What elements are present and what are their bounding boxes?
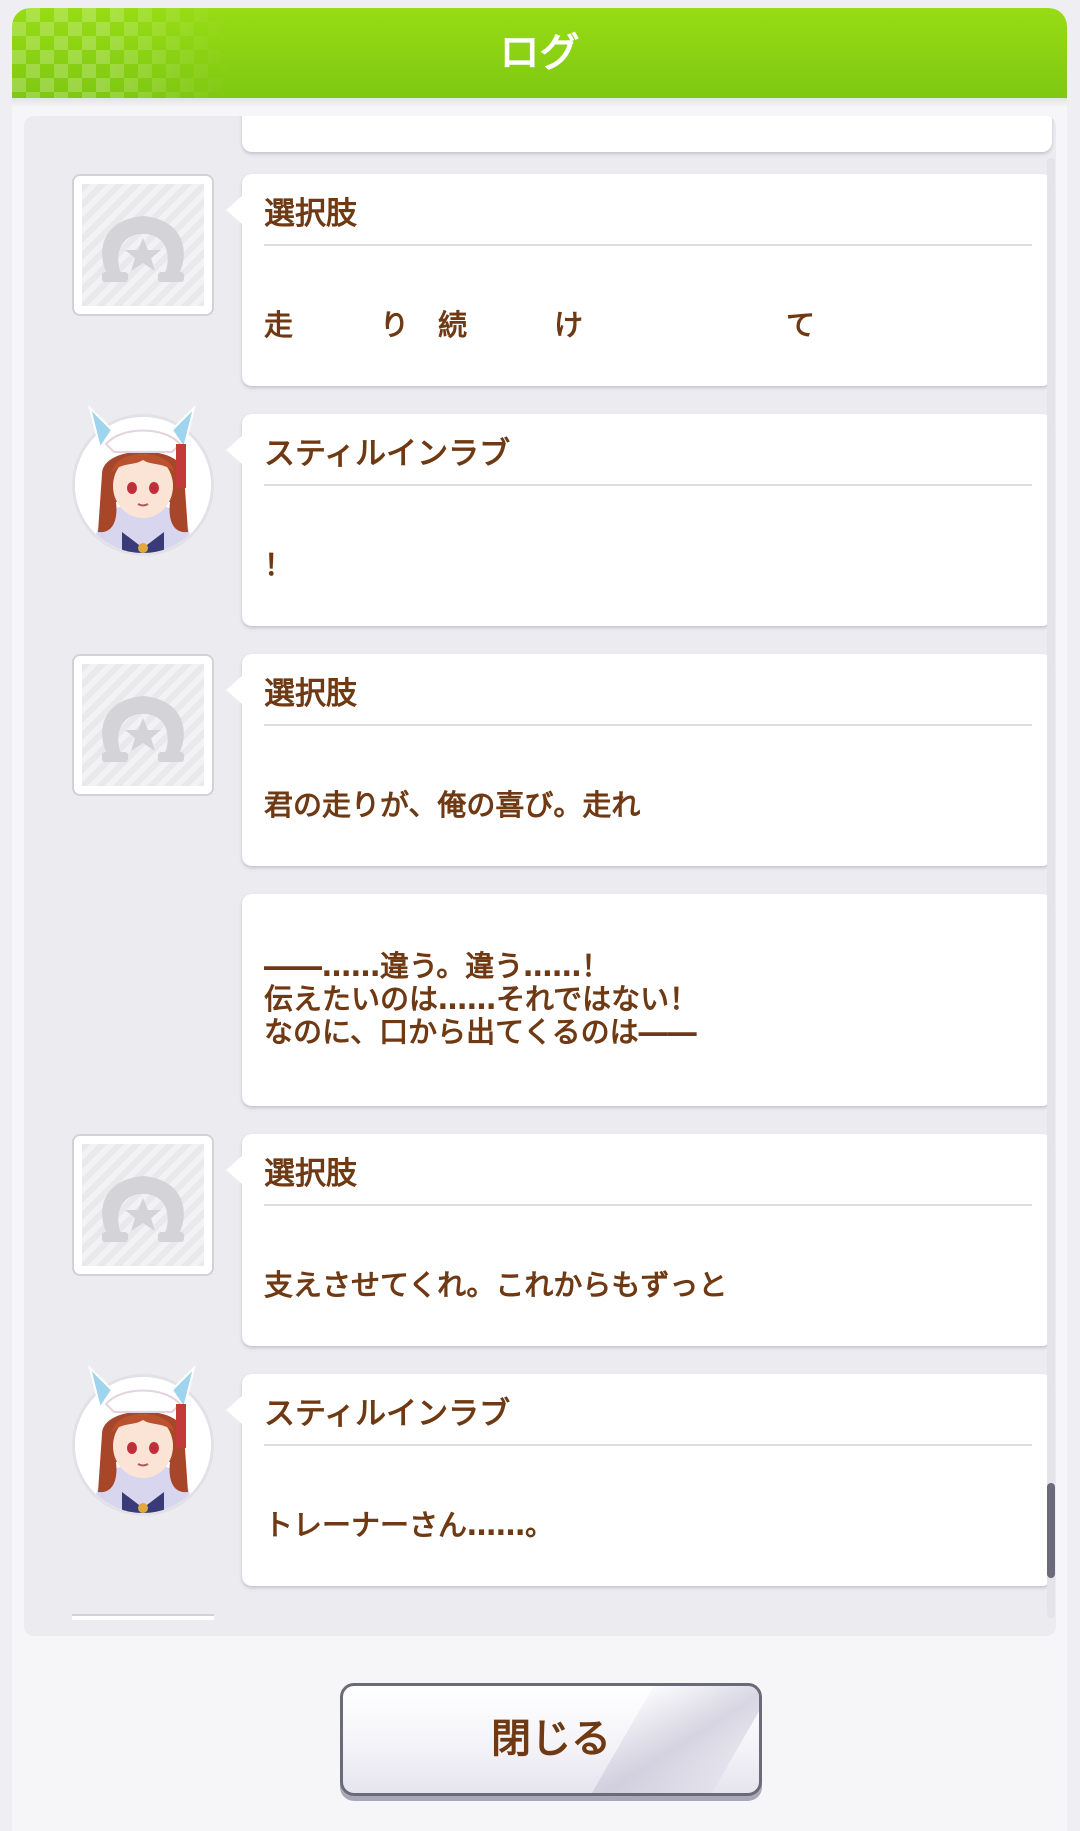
- header-shadow: [12, 98, 1067, 108]
- log-entry-narration: ――……違う。違う……！ 伝えたいのは……それではない！ なのに、口から出てくる…: [242, 894, 1052, 1106]
- icon-background: [82, 184, 204, 306]
- speaker-divider: [264, 484, 1032, 486]
- dialog-header: ログ: [12, 8, 1067, 98]
- speaker-divider: [264, 1444, 1032, 1446]
- choice-icon-frame: [72, 174, 214, 316]
- horseshoe-star-icon: [102, 216, 184, 282]
- close-button-label: 閉じる: [491, 1716, 611, 1762]
- log-dialog: ログ 選択肢 走 り 続 け て スティルインラブ ！ 選択肢 君の走りが、俺の…: [12, 8, 1067, 1831]
- horseshoe-star-icon: [102, 1176, 184, 1242]
- log-scroll-area[interactable]: 選択肢 走 り 続 け て スティルインラブ ！ 選択肢 君の走りが、俺の喜び。…: [24, 116, 1056, 1636]
- speaker-divider: [264, 1204, 1032, 1206]
- narration-text: ――……違う。違う……！ 伝えたいのは……それではない！ なのに、口から出てくる…: [264, 950, 698, 1049]
- dialog-title: ログ: [499, 30, 580, 76]
- log-entry-choice: 選択肢 君の走りが、俺の喜び。走れ: [226, 654, 1052, 866]
- dialogue-text: トレーナーさん……。: [264, 1508, 555, 1542]
- speaker-name: スティルインラブ: [264, 1396, 511, 1432]
- scrollbar-track[interactable]: [1047, 158, 1055, 1618]
- icon-background: [82, 664, 204, 786]
- speaker-name: 選択肢: [264, 1156, 357, 1192]
- speaker-name: スティルインラブ: [264, 436, 511, 472]
- log-entry-character: スティルインラブ トレーナーさん……。: [226, 1374, 1052, 1586]
- horseshoe-star-icon: [102, 696, 184, 762]
- close-button[interactable]: 閉じる: [340, 1683, 762, 1796]
- speaker-name: 選択肢: [264, 196, 357, 232]
- log-screen: ログ 選択肢 走 り 続 け て スティルインラブ ！ 選択肢 君の走りが、俺の…: [0, 0, 1080, 1831]
- choice-icon-frame: [72, 654, 214, 796]
- log-entry-choice: 選択肢 走 り 続 け て: [226, 174, 1052, 386]
- choice-icon-frame: [72, 1134, 214, 1276]
- narration-line: ――……違う。違う……！: [264, 949, 611, 983]
- log-entry-choice: 選択肢 支えさせてくれ。これからもずっと: [226, 1134, 1052, 1346]
- speaker-divider: [264, 724, 1032, 726]
- character-portrait: [72, 1364, 214, 1516]
- narration-line: 伝えたいのは……それではない！: [264, 982, 699, 1016]
- narration-line: なのに、口から出てくるのは――: [264, 1015, 697, 1049]
- choice-text: 走 り 続 け て: [264, 308, 816, 342]
- choice-text: 支えさせてくれ。これからもずっと: [264, 1268, 728, 1302]
- character-portrait: [72, 404, 214, 556]
- dialogue-text: ！: [264, 548, 294, 582]
- choice-text: 君の走りが、俺の喜び。走れ: [264, 788, 641, 822]
- character-portrait-still-in-love: [75, 404, 211, 553]
- character-portrait-still-in-love: [75, 1364, 211, 1513]
- scrollbar-thumb[interactable]: [1047, 1483, 1055, 1578]
- next-entry-peek: [72, 1614, 214, 1620]
- log-entry-character: スティルインラブ ！: [226, 414, 1052, 626]
- speaker-name: 選択肢: [264, 676, 357, 712]
- log-entry-continuation: [242, 116, 1052, 152]
- speaker-divider: [264, 244, 1032, 246]
- icon-background: [82, 1144, 204, 1266]
